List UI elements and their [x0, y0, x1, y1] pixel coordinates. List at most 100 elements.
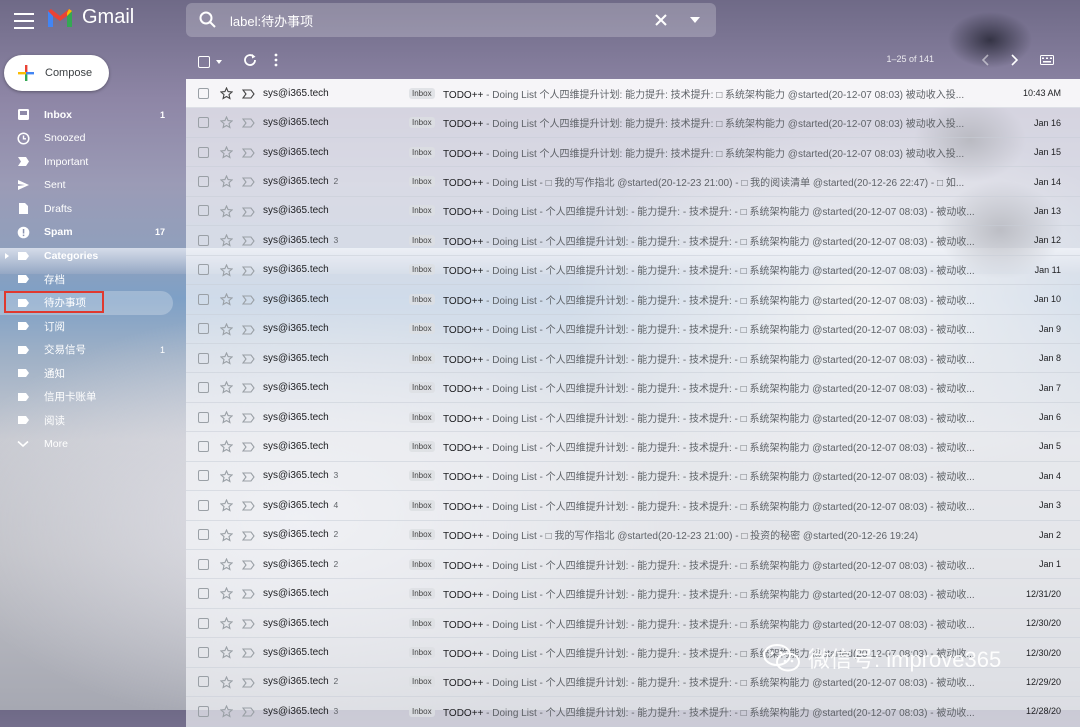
importance-marker-icon[interactable] — [242, 648, 255, 658]
star-icon[interactable] — [220, 528, 233, 542]
email-row[interactable]: sys@i365.tech 2 Inbox TODO++ - Doing List … — [186, 520, 1080, 550]
nav-label-archive[interactable]: 存档 — [0, 268, 173, 292]
row-checkbox[interactable] — [198, 205, 209, 217]
importance-marker-icon[interactable] — [242, 531, 255, 541]
row-checkbox[interactable] — [198, 234, 209, 246]
inbox-label-chip[interactable]: Inbox — [409, 117, 435, 129]
inbox-label-chip[interactable]: Inbox — [409, 234, 435, 246]
star-icon[interactable] — [220, 204, 233, 218]
row-checkbox[interactable] — [198, 440, 209, 452]
star-icon[interactable] — [220, 616, 233, 630]
email-row[interactable]: sys@i365.tech 4 Inbox TODO++ - Doing List … — [186, 491, 1080, 521]
select-all-checkbox[interactable] — [198, 56, 210, 68]
importance-marker-icon[interactable] — [242, 118, 255, 128]
star-icon[interactable] — [220, 351, 233, 365]
importance-marker-icon[interactable] — [242, 560, 255, 570]
inbox-label-chip[interactable]: Inbox — [409, 411, 435, 423]
row-checkbox[interactable] — [198, 588, 209, 600]
main-menu-button[interactable] — [10, 8, 38, 32]
star-icon[interactable] — [220, 87, 233, 100]
expand-arrow-icon[interactable] — [5, 252, 9, 259]
email-row[interactable]: sys@i365.tech Inbox TODO++ - Doing List - … — [186, 432, 1080, 462]
inbox-label-chip[interactable]: Inbox — [409, 558, 435, 570]
inbox-label-chip[interactable]: Inbox — [409, 647, 435, 659]
nav-drafts[interactable]: Drafts — [0, 197, 173, 221]
search-input[interactable] — [228, 11, 642, 29]
star-icon[interactable] — [220, 705, 233, 718]
importance-marker-icon[interactable] — [242, 266, 255, 276]
email-row[interactable]: sys@i365.tech 3 Inbox TODO++ - Doing List … — [186, 226, 1080, 256]
row-checkbox[interactable] — [198, 146, 209, 158]
row-checkbox[interactable] — [198, 558, 209, 570]
search-bar[interactable] — [186, 3, 716, 37]
inbox-label-chip[interactable]: Inbox — [409, 499, 435, 511]
star-icon[interactable] — [220, 381, 233, 394]
inbox-label-chip[interactable]: Inbox — [409, 440, 435, 452]
email-row[interactable]: sys@i365.tech Inbox TODO++ - Doing List - … — [186, 314, 1080, 344]
email-row[interactable]: sys@i365.tech Inbox TODO++ - Doing List 个人… — [186, 108, 1080, 138]
inbox-label-chip[interactable]: Inbox — [409, 87, 435, 99]
email-row[interactable]: sys@i365.tech Inbox TODO++ - Doing List - … — [186, 402, 1080, 433]
star-icon[interactable] — [220, 558, 233, 571]
email-row[interactable]: sys@i365.tech Inbox TODO++ - Doing List - … — [186, 285, 1080, 315]
inbox-label-chip[interactable]: Inbox — [409, 529, 435, 541]
row-checkbox[interactable] — [198, 676, 209, 688]
email-row[interactable]: sys@i365.tech 3 Inbox TODO++ - Doing List … — [186, 697, 1080, 727]
inbox-label-chip[interactable]: Inbox — [409, 146, 435, 158]
email-row[interactable]: sys@i365.tech 3 Inbox TODO++ - Doing List … — [186, 461, 1080, 492]
compose-button[interactable]: Compose — [4, 55, 109, 91]
nav-label-subscribe[interactable]: 订阅 — [0, 315, 173, 339]
email-row[interactable]: sys@i365.tech Inbox TODO++ - Doing List - … — [186, 196, 1080, 227]
inbox-label-chip[interactable]: Inbox — [409, 205, 435, 217]
nav-sent[interactable]: Sent — [0, 174, 173, 198]
inbox-label-chip[interactable]: Inbox — [409, 323, 435, 335]
nav-label-credit[interactable]: 信用卡账单 — [0, 385, 173, 409]
email-row[interactable]: sys@i365.tech Inbox TODO++ - Doing List - … — [186, 373, 1080, 403]
row-checkbox[interactable] — [198, 382, 209, 394]
importance-marker-icon[interactable] — [242, 324, 255, 335]
star-icon[interactable] — [220, 116, 233, 130]
inbox-label-chip[interactable]: Inbox — [409, 588, 435, 600]
importance-marker-icon[interactable] — [242, 383, 255, 393]
importance-marker-icon[interactable] — [242, 413, 255, 423]
clear-search-icon[interactable] — [652, 11, 670, 29]
importance-marker-icon[interactable] — [242, 295, 255, 305]
star-icon[interactable] — [220, 646, 233, 659]
importance-marker-icon[interactable] — [242, 442, 255, 452]
nav-label-notify[interactable]: 通知 — [0, 362, 173, 386]
row-checkbox[interactable] — [198, 117, 209, 129]
chevron-right-icon[interactable] — [1008, 53, 1020, 67]
inbox-label-chip[interactable]: Inbox — [409, 176, 435, 188]
row-checkbox[interactable] — [198, 499, 209, 511]
inbox-label-chip[interactable]: Inbox — [409, 676, 435, 688]
star-icon[interactable] — [220, 145, 233, 159]
star-icon[interactable] — [220, 322, 233, 336]
nav-spam[interactable]: Spam 17 — [0, 221, 173, 245]
star-icon[interactable] — [220, 469, 233, 483]
row-checkbox[interactable] — [198, 411, 209, 423]
inbox-label-chip[interactable]: Inbox — [409, 617, 435, 629]
importance-marker-icon[interactable] — [242, 707, 255, 717]
row-checkbox[interactable] — [198, 176, 209, 188]
email-row[interactable]: sys@i365.tech 2 Inbox TODO++ - Doing List … — [186, 550, 1080, 580]
importance-marker-icon[interactable] — [242, 501, 255, 511]
density-keyboard-icon[interactable] — [1040, 55, 1054, 65]
search-options-caret-icon[interactable] — [690, 17, 700, 23]
inbox-label-chip[interactable]: Inbox — [409, 382, 435, 394]
select-options-caret-icon[interactable] — [216, 60, 222, 64]
email-row[interactable]: sys@i365.tech Inbox TODO++ - Doing List - … — [186, 255, 1080, 286]
refresh-icon[interactable] — [242, 52, 258, 68]
row-checkbox[interactable] — [198, 529, 209, 541]
inbox-label-chip[interactable]: Inbox — [409, 705, 435, 717]
email-row[interactable]: sys@i365.tech Inbox TODO++ - Doing List 个人… — [186, 79, 1080, 109]
importance-marker-icon[interactable] — [242, 89, 255, 99]
importance-marker-icon[interactable] — [242, 177, 255, 187]
email-row[interactable]: sys@i365.tech 2 Inbox TODO++ - Doing List … — [186, 167, 1080, 197]
star-icon[interactable] — [220, 293, 233, 306]
importance-marker-icon[interactable] — [242, 472, 255, 482]
star-icon[interactable] — [220, 175, 233, 188]
star-icon[interactable] — [220, 410, 233, 424]
row-checkbox[interactable] — [198, 293, 209, 305]
row-checkbox[interactable] — [198, 617, 209, 629]
search-icon[interactable] — [198, 10, 218, 30]
